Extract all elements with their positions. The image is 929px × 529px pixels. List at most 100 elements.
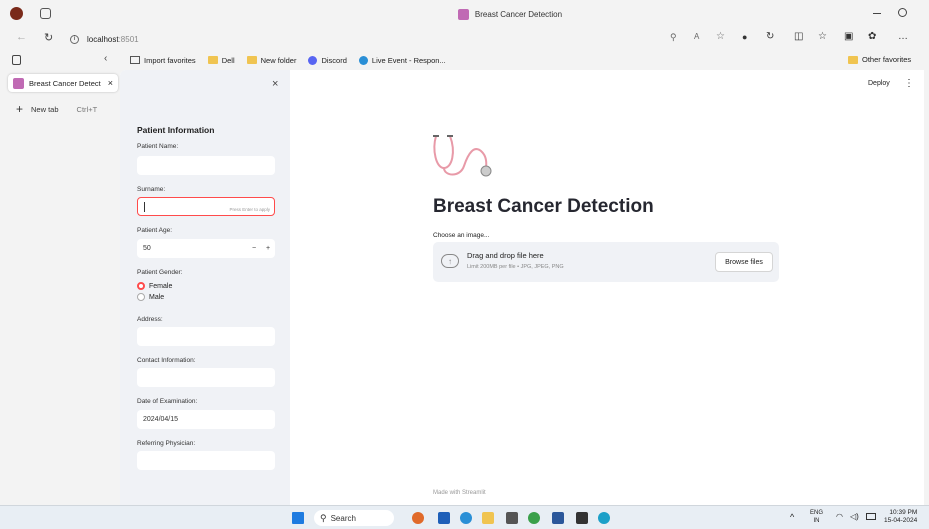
- extension-icon[interactable]: ●: [742, 32, 747, 42]
- url-port: :8501: [118, 34, 139, 44]
- other-favorites[interactable]: Other favorites: [848, 55, 911, 64]
- chrome-icon[interactable]: [528, 512, 540, 524]
- refresh-extension-icon[interactable]: ↻: [766, 31, 774, 42]
- refresh-icon[interactable]: ↻: [44, 31, 53, 44]
- zoom-icon[interactable]: ⚲: [670, 32, 677, 43]
- text-cursor: [144, 201, 145, 212]
- surname-input[interactable]: Press Enter to apply: [137, 197, 275, 216]
- windows-start-icon[interactable]: [292, 512, 304, 524]
- contact-label: Contact Information:: [137, 357, 196, 364]
- split-screen-icon[interactable]: ◫: [794, 31, 803, 42]
- tab-actions-icon[interactable]: [12, 55, 21, 65]
- app-favicon-icon: [457, 8, 469, 20]
- collections-icon[interactable]: ▣: [844, 31, 853, 42]
- volume-icon[interactable]: ◁): [850, 512, 859, 521]
- upload-label: Choose an image...: [433, 232, 490, 239]
- stethoscope-icon: [433, 135, 492, 177]
- read-aloud-icon[interactable]: A: [694, 32, 699, 41]
- taskbar: ⚲ Search ^ ENG IN ◠ ◁) 10:39 PM 15-04-20…: [0, 505, 929, 529]
- surname-hint: Press Enter to apply: [229, 207, 270, 212]
- page-content: × Patient Information Patient Name: Surn…: [120, 70, 924, 505]
- url-host: localhost: [87, 34, 119, 44]
- search-icon: ⚲: [320, 512, 327, 523]
- browse-files-button[interactable]: Browse files: [715, 252, 773, 272]
- physician-input[interactable]: [137, 451, 275, 470]
- profile-avatar-icon[interactable]: [10, 7, 23, 20]
- gender-radio-female[interactable]: Female: [137, 282, 172, 290]
- calculator-icon[interactable]: [506, 512, 518, 524]
- window-title: Breast Cancer Detection: [380, 0, 640, 28]
- file-uploader-dropzone[interactable]: ↑ Drag and drop file here Limit 200MB pe…: [433, 242, 779, 282]
- dropzone-title: Drag and drop file here: [467, 251, 544, 260]
- info-icon[interactable]: i: [70, 34, 79, 44]
- favorite-new-folder[interactable]: New folder: [246, 56, 296, 65]
- language-indicator[interactable]: ENG IN: [810, 509, 823, 525]
- folder-icon: [207, 56, 218, 64]
- exam-date-input[interactable]: 2024/04/15: [137, 410, 275, 429]
- gender-label: Patient Gender:: [137, 269, 183, 276]
- address-label: Address:: [137, 316, 163, 323]
- app-favicon-icon: [13, 77, 24, 89]
- restore-icon[interactable]: [898, 8, 907, 17]
- minimize-icon[interactable]: [873, 13, 881, 14]
- age-decrement-button[interactable]: −: [247, 245, 261, 252]
- more-menu-icon[interactable]: …: [898, 31, 908, 42]
- deploy-button[interactable]: Deploy: [868, 80, 890, 87]
- back-icon[interactable]: ←: [16, 31, 27, 43]
- surname-label: Surname:: [137, 186, 166, 193]
- folder-icon: [246, 56, 257, 64]
- word-icon[interactable]: [552, 512, 564, 524]
- page-title: Breast Cancer Detection: [433, 196, 654, 217]
- radio-unselected-icon: [137, 293, 145, 301]
- file-explorer-icon[interactable]: [482, 512, 494, 524]
- favorite-import[interactable]: Import favorites: [130, 56, 196, 65]
- clock[interactable]: 10:39 PM 15-04-2024: [884, 509, 917, 525]
- favorite-discord[interactable]: Discord: [308, 55, 347, 65]
- workspaces-icon[interactable]: [40, 8, 51, 19]
- contact-input[interactable]: [137, 368, 275, 387]
- age-increment-button[interactable]: +: [261, 245, 275, 252]
- tab-breast-cancer[interactable]: Breast Cancer Detect ×: [8, 74, 118, 92]
- battery-icon[interactable]: [866, 513, 876, 520]
- favorite-live-event[interactable]: Live Event - Respon...: [358, 55, 446, 65]
- physician-label: Referring Physician:: [137, 440, 196, 447]
- dropzone-limit: Limit 200MB per file • JPG, JPEG, PNG: [467, 264, 564, 270]
- patient-name-label: Patient Name:: [137, 143, 179, 150]
- folder-icon: [848, 55, 858, 64]
- edge-browser-icon[interactable]: [460, 512, 472, 524]
- favorites-icon[interactable]: ☆: [818, 31, 827, 42]
- age-number-input[interactable]: 50 − +: [137, 239, 275, 258]
- tray-overflow-icon[interactable]: ^: [790, 512, 794, 522]
- plus-icon: +: [16, 102, 24, 116]
- close-tab-icon[interactable]: ×: [108, 78, 113, 88]
- title-bar: Breast Cancer Detection: [0, 0, 929, 28]
- favorite-dell[interactable]: Dell: [207, 56, 235, 65]
- radio-selected-icon: [137, 282, 145, 290]
- new-tab-button[interactable]: + New tab Ctrl+T: [16, 102, 116, 116]
- favorites-bar: Import favorites Dell New folder Discord…: [130, 50, 929, 70]
- edge-active-icon[interactable]: [598, 512, 610, 524]
- age-label: Patient Age:: [137, 227, 173, 234]
- sidebar-heading: Patient Information: [137, 125, 215, 135]
- gender-radio-male[interactable]: Male: [137, 293, 164, 301]
- cloud-upload-icon: ↑: [441, 254, 459, 268]
- wifi-icon[interactable]: ◠: [836, 512, 843, 521]
- task-view-icon[interactable]: [438, 512, 450, 524]
- streamlit-footer[interactable]: Made with Streamlit: [433, 490, 486, 496]
- taskbar-app-icon[interactable]: [412, 512, 424, 524]
- live-event-icon: [358, 55, 368, 65]
- collapse-tabs-icon[interactable]: ‹: [104, 53, 107, 64]
- address-bar: ← ↻ i localhost:8501 ⚲ A ☆ ● ↻ ◫ ☆ ▣ ✿ …: [0, 28, 929, 50]
- main-menu-icon[interactable]: ⋮: [904, 78, 914, 89]
- address-input[interactable]: [137, 327, 275, 346]
- close-sidebar-icon[interactable]: ×: [272, 78, 278, 90]
- import-icon: [130, 56, 140, 64]
- copilot-icon[interactable]: ✿: [868, 31, 876, 42]
- vertical-tabs: Breast Cancer Detect × + New tab Ctrl+T: [0, 70, 120, 505]
- exam-date-label: Date of Examination:: [137, 398, 198, 405]
- main-area: Deploy ⋮ Breast Cancer Detection Choose …: [290, 70, 924, 505]
- terminal-icon[interactable]: [576, 512, 588, 524]
- taskbar-search[interactable]: ⚲ Search: [314, 510, 394, 526]
- favorite-star-icon[interactable]: ☆: [716, 31, 725, 42]
- patient-name-input[interactable]: [137, 156, 275, 175]
